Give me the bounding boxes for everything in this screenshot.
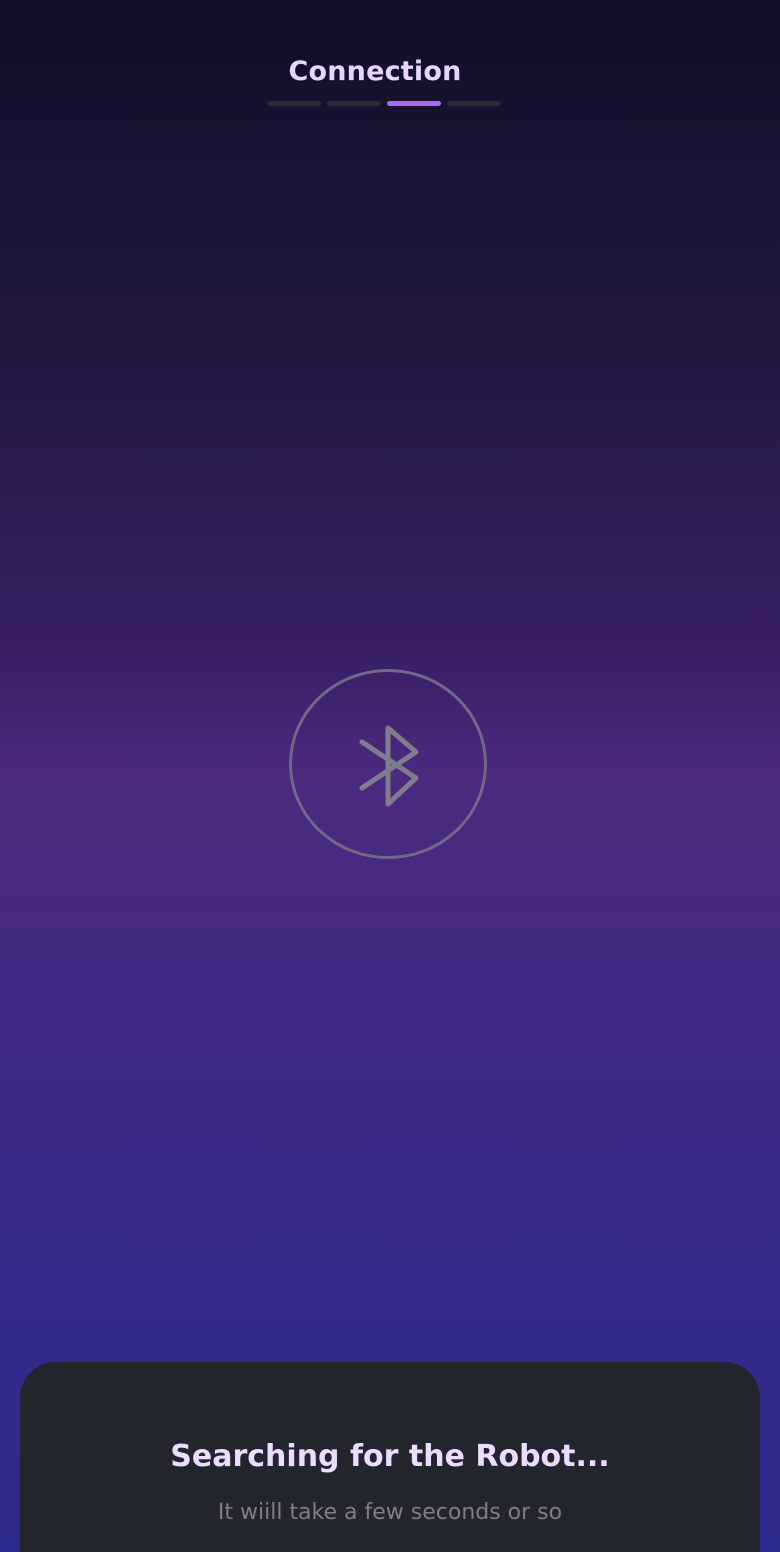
header: Connection — [0, 54, 780, 90]
status-subtitle: It wiill take a few seconds or so — [217, 1500, 563, 1525]
step-3-active — [387, 101, 441, 106]
bluetooth-icon — [359, 725, 419, 807]
status-title: Searching for the Robot... — [170, 1439, 610, 1474]
step-2 — [327, 101, 381, 106]
step-1 — [267, 101, 321, 106]
step-progress — [267, 101, 501, 106]
connection-screen: Connection Searching for the Robot... It… — [0, 0, 780, 1552]
step-4 — [447, 101, 501, 106]
page-title: Connection — [288, 56, 462, 87]
